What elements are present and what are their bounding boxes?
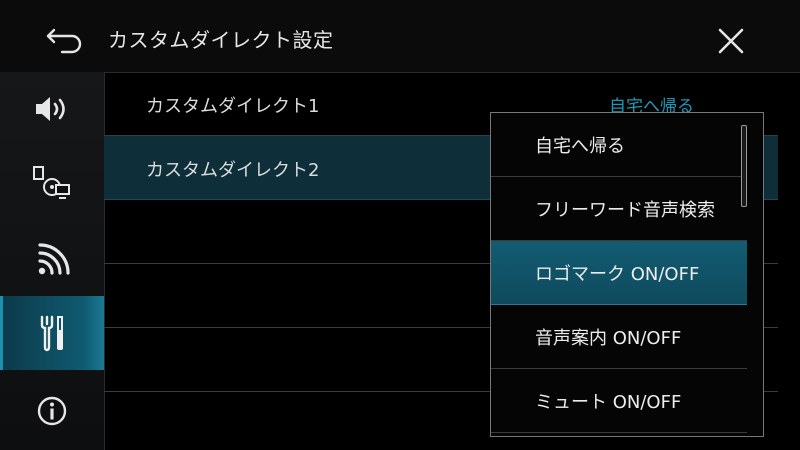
dropdown-option-voice-guide-toggle[interactable]: 音声案内 ON/OFF	[491, 305, 747, 369]
close-button[interactable]	[712, 22, 750, 60]
dropdown-option-voice-search[interactable]: フリーワード音声検索	[491, 177, 747, 241]
option-label: ミュート ON/OFF	[535, 391, 682, 413]
info-icon	[37, 396, 67, 426]
option-label: 自宅へ帰る	[535, 135, 625, 157]
media-source-icon	[33, 166, 70, 199]
header-bar: カスタムダイレクト設定	[0, 0, 800, 73]
speaker-icon	[36, 97, 65, 121]
back-arrow-icon	[46, 28, 82, 54]
wireless-icon	[38, 243, 70, 275]
sidebar-item-audio[interactable]	[0, 72, 104, 146]
dropdown-option-mute-toggle[interactable]: ミュート ON/OFF	[491, 369, 747, 433]
dropdown-scrollbar[interactable]	[741, 125, 747, 425]
sidebar-item-source[interactable]	[0, 146, 104, 220]
row-label: カスタムダイレクト2	[146, 160, 320, 181]
dropdown-option-go-home[interactable]: 自宅へ帰る	[491, 113, 747, 177]
option-dropdown: 自宅へ帰る フリーワード音声検索 ロゴマーク ON/OFF 音声案内 ON/OF…	[490, 112, 764, 437]
page-title: カスタムダイレクト設定	[108, 28, 334, 52]
row-label: カスタムダイレクト1	[146, 96, 320, 117]
close-icon	[718, 28, 744, 54]
scrollbar-thumb[interactable]	[741, 125, 747, 207]
tools-icon	[40, 315, 63, 352]
back-button[interactable]	[40, 20, 94, 56]
option-label: 音声案内 ON/OFF	[535, 327, 682, 349]
option-label: ロゴマーク ON/OFF	[535, 263, 700, 285]
sidebar-item-settings[interactable]	[0, 296, 104, 370]
sidebar	[0, 72, 105, 450]
sidebar-item-connectivity[interactable]	[0, 224, 104, 298]
dropdown-option-logo-toggle[interactable]: ロゴマーク ON/OFF	[491, 241, 747, 305]
option-label: フリーワード音声検索	[535, 199, 715, 221]
sidebar-item-info[interactable]	[0, 374, 104, 448]
